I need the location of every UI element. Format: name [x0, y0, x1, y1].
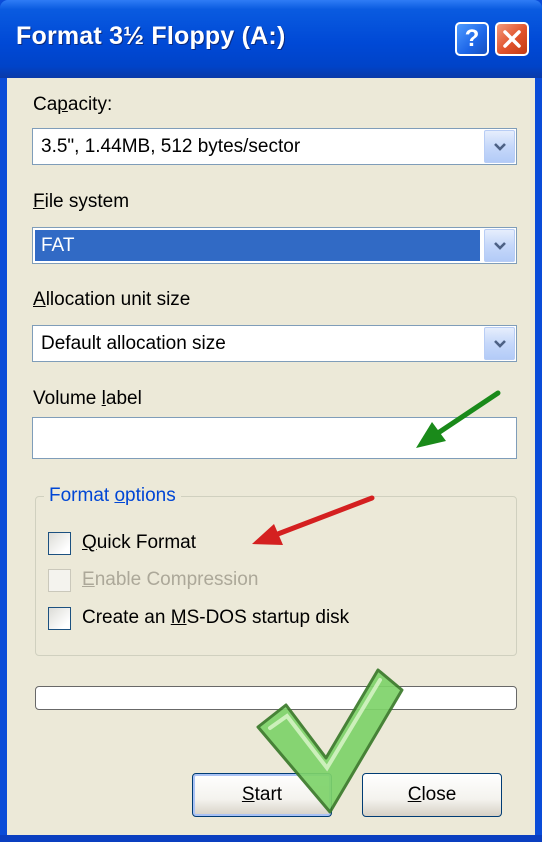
format-options-title: Format options	[44, 485, 181, 507]
quick-format-label[interactable]: Quick Format	[82, 532, 196, 554]
allocation-dropdown-button[interactable]	[484, 327, 515, 360]
file-system-value: FAT	[41, 235, 75, 256]
msdos-startup-disk-checkbox[interactable]	[48, 607, 71, 630]
chevron-down-icon	[493, 339, 506, 348]
selection-highlight	[35, 230, 480, 261]
start-button[interactable]: Start	[192, 773, 332, 817]
allocation-unit-size-dropdown[interactable]: Default allocation size	[32, 325, 517, 362]
msdos-startup-disk-label[interactable]: Create an MS-DOS startup disk	[82, 607, 349, 629]
chevron-down-icon	[493, 142, 506, 151]
file-system-label: File system	[33, 191, 130, 212]
chevron-down-icon	[493, 241, 506, 250]
enable-compression-label: Enable Compression	[82, 569, 259, 590]
help-button[interactable]: ?	[455, 22, 489, 56]
capacity-label: Capacity:	[33, 94, 113, 115]
title-bar[interactable]: Format 3½ Floppy (A:) ?	[0, 0, 542, 78]
help-icon: ?	[464, 25, 480, 52]
capacity-dropdown-button[interactable]	[484, 130, 515, 163]
close-icon	[503, 30, 521, 48]
close-button[interactable]: Close	[362, 773, 502, 817]
quick-format-checkbox[interactable]	[48, 532, 71, 555]
format-progress-bar	[35, 686, 517, 710]
enable-compression-checkbox	[48, 569, 71, 592]
window-close-button[interactable]	[495, 22, 529, 56]
window-frame-bottom	[0, 835, 542, 842]
capacity-dropdown[interactable]: 3.5", 1.44MB, 512 bytes/sector	[32, 128, 517, 165]
capacity-value: 3.5", 1.44MB, 512 bytes/sector	[41, 136, 301, 157]
file-system-dropdown-button[interactable]	[484, 229, 515, 262]
format-dialog-window: Format 3½ Floppy (A:) ? Capacity: 3.5", …	[0, 0, 542, 842]
window-title: Format 3½ Floppy (A:)	[16, 22, 286, 50]
allocation-unit-size-label: Allocation unit size	[33, 289, 191, 310]
volume-label-input[interactable]	[32, 417, 517, 459]
volume-label-label: Volume label	[33, 388, 142, 409]
allocation-unit-size-value: Default allocation size	[41, 333, 226, 354]
file-system-dropdown[interactable]: FAT	[32, 227, 517, 264]
